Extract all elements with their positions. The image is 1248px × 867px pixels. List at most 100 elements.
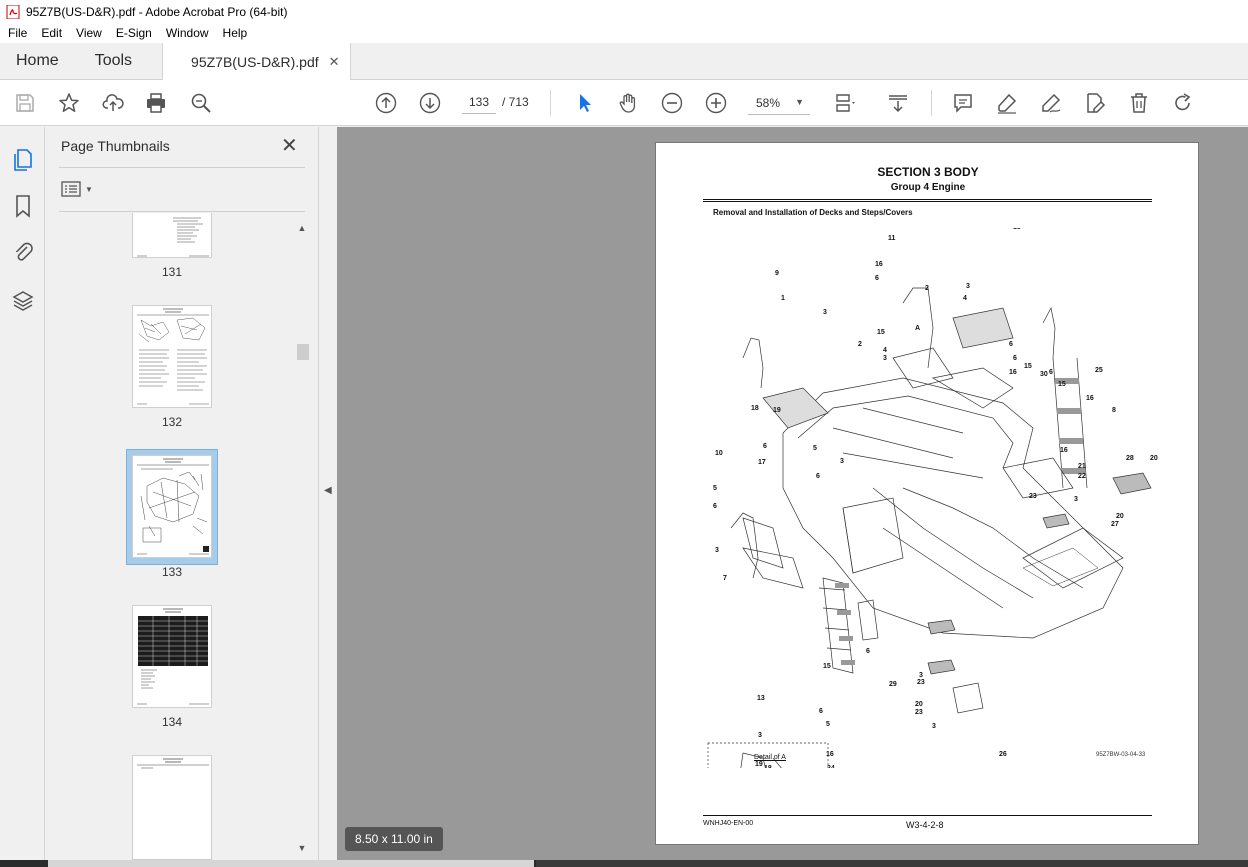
page-number-input[interactable] bbox=[462, 90, 496, 114]
callout-label: 6 bbox=[819, 708, 823, 715]
callout-label: 26 bbox=[999, 751, 1007, 758]
callout-label: 15 bbox=[1013, 228, 1021, 231]
tab-tools[interactable]: Tools bbox=[75, 43, 148, 79]
thumbnail-page[interactable] bbox=[132, 755, 212, 860]
scroll-up-icon[interactable]: ▲ bbox=[296, 222, 308, 234]
callout-label: 30 bbox=[1040, 371, 1048, 378]
menu-help[interactable]: Help bbox=[216, 26, 255, 40]
menu-edit[interactable]: Edit bbox=[34, 26, 69, 40]
header-rule bbox=[703, 199, 1152, 202]
chevron-down-icon: ▼ bbox=[85, 184, 93, 194]
page-thumbnails-icon[interactable] bbox=[11, 148, 35, 172]
panel-collapse-handle[interactable]: ◀ bbox=[320, 127, 337, 860]
zoom-level-value: 58% bbox=[756, 95, 781, 110]
chevron-down-icon: ▼ bbox=[795, 97, 804, 107]
callout-label: 3 bbox=[883, 355, 887, 362]
close-tab-icon[interactable]: ✕ bbox=[329, 54, 340, 70]
callout-label: 3 bbox=[919, 672, 923, 679]
callout-label: 3 bbox=[758, 732, 762, 739]
callout-label: 4 bbox=[883, 347, 887, 354]
tab-bar: Home Tools 95Z7B(US-D&R).pdf ✕ bbox=[0, 43, 1248, 81]
draw-sign-icon[interactable] bbox=[1038, 90, 1064, 116]
callout-label: 5 bbox=[713, 485, 717, 492]
callout-label: 22 bbox=[1078, 473, 1086, 480]
document-viewer[interactable]: SECTION 3 BODY Group 4 Engine Removal an… bbox=[337, 127, 1248, 860]
left-navigation-rail bbox=[0, 127, 45, 860]
thumbnail-label: 133 bbox=[161, 565, 183, 579]
rotate-redo-icon[interactable] bbox=[1170, 90, 1196, 116]
thumbnail-label: 132 bbox=[161, 415, 183, 429]
collapse-left-icon[interactable]: ◀ bbox=[324, 485, 332, 496]
document-subtitle: Removal and Installation of Decks and St… bbox=[713, 208, 913, 217]
callout-label: 18 bbox=[764, 765, 772, 768]
callout-label: 18 bbox=[751, 405, 759, 412]
callout-label: 19 bbox=[755, 761, 763, 768]
page-fit-icon[interactable] bbox=[832, 90, 858, 116]
select-cursor-icon[interactable] bbox=[572, 90, 598, 116]
thumbnail-scrollbar[interactable]: ▲ ▼ bbox=[296, 222, 309, 857]
bookmark-star-icon[interactable] bbox=[56, 90, 82, 116]
zoom-out-icon[interactable] bbox=[659, 90, 685, 116]
delete-trash-icon[interactable] bbox=[1126, 90, 1152, 116]
thumbnail-page[interactable] bbox=[132, 605, 212, 708]
highlight-pen-icon[interactable] bbox=[994, 90, 1020, 116]
callout-label: 5 bbox=[826, 721, 830, 728]
thumbnail-page[interactable] bbox=[132, 213, 212, 258]
zoom-level-dropdown[interactable]: 58% ▼ bbox=[748, 91, 810, 115]
callout-label: 20 bbox=[915, 701, 923, 708]
callout-label: 20 bbox=[1150, 455, 1158, 462]
save-icon[interactable] bbox=[12, 90, 38, 116]
callout-label: 10 bbox=[715, 450, 723, 457]
menu-window[interactable]: Window bbox=[159, 26, 216, 40]
thumbnail-page-selected[interactable] bbox=[132, 455, 212, 558]
callout-label: 19 bbox=[773, 407, 781, 414]
hand-tool-icon[interactable] bbox=[615, 90, 641, 116]
bookmarks-icon[interactable] bbox=[11, 194, 35, 218]
menu-view[interactable]: View bbox=[69, 26, 109, 40]
toolbar-divider bbox=[550, 90, 551, 116]
next-page-icon[interactable] bbox=[417, 90, 443, 116]
edit-pdf-icon[interactable] bbox=[1082, 90, 1108, 116]
layers-icon[interactable] bbox=[11, 289, 35, 313]
zoom-in-icon[interactable] bbox=[703, 90, 729, 116]
thumbnail-options-menu[interactable]: ▼ bbox=[61, 181, 93, 197]
menu-esign[interactable]: E-Sign bbox=[109, 26, 159, 40]
scrollbar-thumb[interactable] bbox=[297, 344, 309, 360]
page-size-indicator: 8.50 x 11.00 in bbox=[345, 827, 443, 851]
close-panel-icon[interactable]: ✕ bbox=[281, 136, 298, 156]
comment-icon[interactable] bbox=[950, 90, 976, 116]
print-icon[interactable] bbox=[143, 90, 169, 116]
thumbnail-list: 131 132 133 134 bbox=[45, 213, 319, 860]
callout-label: A bbox=[915, 325, 920, 332]
callout-label: 15 bbox=[823, 663, 831, 670]
callout-label: 3 bbox=[823, 309, 827, 316]
menu-bar: File Edit View E-Sign Window Help bbox=[0, 23, 1248, 43]
menu-file[interactable]: File bbox=[0, 26, 34, 40]
attachments-icon[interactable] bbox=[11, 240, 35, 264]
tab-home[interactable]: Home bbox=[0, 43, 75, 79]
callout-label: 3 bbox=[840, 458, 844, 465]
callout-label: 3 bbox=[932, 723, 936, 730]
callout-label: 16 bbox=[875, 261, 883, 268]
callout-label: 6 bbox=[866, 648, 870, 655]
callout-label: 3 bbox=[1074, 496, 1078, 503]
callout-label: 5 bbox=[813, 445, 817, 452]
callout-label: 16 bbox=[826, 751, 834, 758]
thumbnail-page[interactable] bbox=[132, 305, 212, 408]
search-zoom-icon[interactable] bbox=[188, 90, 214, 116]
title-bar: 95Z7B(US-D&R).pdf - Adobe Acrobat Pro (6… bbox=[0, 0, 1248, 23]
tab-document[interactable]: 95Z7B(US-D&R).pdf ✕ bbox=[162, 43, 351, 81]
page-total: / 713 bbox=[502, 95, 529, 109]
scroll-mode-icon[interactable] bbox=[885, 90, 911, 116]
callout-label: 23 bbox=[917, 679, 925, 686]
callout-label: 6 bbox=[713, 503, 717, 510]
footer-doc-number: WNHJ40-EN-00 bbox=[703, 820, 754, 827]
previous-page-icon[interactable] bbox=[373, 90, 399, 116]
callout-label: 24 bbox=[827, 765, 835, 768]
callout-label: 13 bbox=[757, 695, 765, 702]
panel-divider bbox=[59, 167, 305, 168]
share-upload-icon[interactable] bbox=[100, 90, 126, 116]
scroll-down-icon[interactable]: ▼ bbox=[296, 842, 308, 854]
callout-label: 21 bbox=[1078, 463, 1086, 470]
options-list-icon bbox=[61, 181, 81, 197]
